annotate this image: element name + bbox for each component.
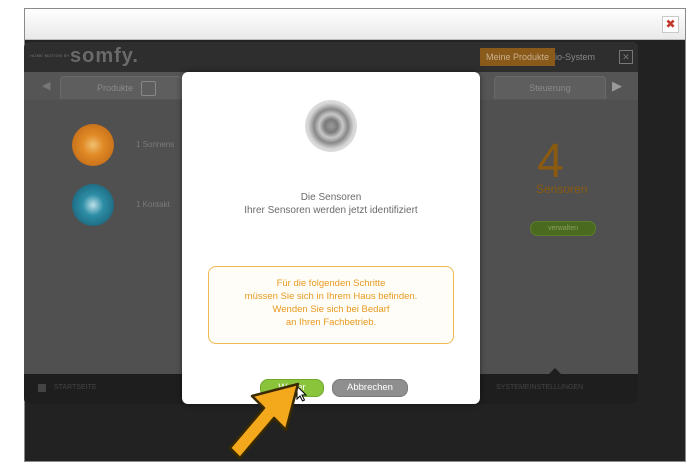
tab-prev-icon[interactable]: ◀ — [42, 79, 50, 92]
dialog-subtitle: Ihrer Sensoren werden jetzt identifizier… — [244, 205, 418, 216]
sensor-count-label: Sensoren — [536, 182, 588, 196]
pointer-arrow-icon — [228, 382, 300, 460]
dialog-title: Die Sensoren — [300, 192, 362, 203]
contact-sensor-icon — [72, 184, 114, 226]
somfy-logo: somfy. — [70, 45, 139, 67]
products-icon — [141, 81, 156, 96]
nav-my-products[interactable]: Meine Produkte — [480, 48, 556, 66]
cancel-button[interactable]: Abbrechen — [332, 379, 408, 397]
bottom-home-link[interactable]: STARTSEITE — [54, 384, 97, 391]
bottom-settings-link[interactable]: SYSTEMEINSTELLUNGEN — [496, 384, 583, 391]
notice-line: an Ihren Fachbetrieb. — [285, 317, 377, 328]
notice-line: müssen Sie sich in Ihrem Haus befinden. — [244, 291, 418, 302]
identify-sensors-dialog: Die Sensoren Ihrer Sensoren werden jetzt… — [182, 72, 480, 404]
manage-button[interactable]: verwalten — [530, 221, 596, 236]
tab-products-label: Produkte — [97, 83, 134, 93]
app-header: HOME MOTION BY somfy. Meine Produkte io-… — [24, 42, 638, 72]
close-icon[interactable]: ✖ — [662, 16, 679, 33]
sensor-icon — [305, 100, 357, 152]
home-icon[interactable] — [38, 384, 46, 392]
nav-io-system[interactable]: io-System — [549, 48, 601, 66]
sun-sensor-icon — [72, 124, 114, 166]
bottom-bar-notch — [549, 368, 561, 374]
device-label: 1 Sonnens — [136, 140, 175, 149]
brand-tagline: HOME MOTION BY — [30, 53, 70, 58]
app-close-icon[interactable]: ✕ — [619, 50, 633, 64]
tab-control-label: Steuerung — [529, 83, 571, 93]
notice-line: Wenden Sie sich bei Bedarf — [272, 304, 390, 315]
tab-control[interactable]: Steuerung — [494, 76, 606, 99]
tab-products[interactable]: Produkte — [60, 76, 182, 99]
window-titlebar: ✖ — [25, 9, 685, 40]
tab-next-icon[interactable]: ▶ — [612, 78, 622, 94]
notice-line: Für die folgenden Schritte — [276, 278, 386, 289]
notice-box: Für die folgenden Schritte müssen Sie si… — [208, 266, 454, 344]
device-label: 1 Kontakt — [136, 200, 170, 209]
sensor-count: 4 — [537, 135, 564, 188]
